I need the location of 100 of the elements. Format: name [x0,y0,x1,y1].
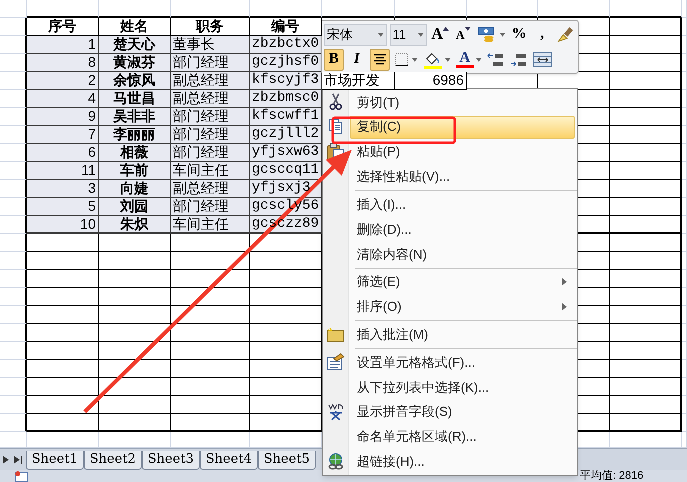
format-button[interactable]: , [532,24,552,46]
column-header: 职务 [171,18,250,36]
scissors-icon [328,93,344,112]
status-text: 平均值: 2816 [580,470,644,482]
table-cell: 副总经理 [171,180,250,198]
table-cell: 部门经理 [171,54,250,72]
table-cell: 车前 [99,162,171,180]
menu-item[interactable]: 选择性粘贴(V)... [350,165,575,188]
macro-icon [15,470,29,482]
menu-item[interactable]: 粘贴(P) [350,140,575,164]
increase-decimal-icon [487,52,505,68]
last-sheet-icon [14,456,23,464]
table-cell: 相薇 [99,144,171,162]
column-header: 编号 [250,18,322,36]
table-cell: kfscyjf3 [250,72,322,90]
table-cell: 11 [27,162,99,180]
font-size-field[interactable]: 11 [390,24,428,46]
align-center-button[interactable] [370,48,390,70]
copy-icon [328,119,344,136]
menu-item[interactable]: 插入批注(M) [350,323,575,346]
note-icon [327,326,345,343]
sheet-tab[interactable]: Sheet2 [84,451,142,470]
sheet-tab[interactable]: Sheet3 [142,451,200,470]
column-header: 序号 [27,18,99,36]
sheet-tab[interactable]: Sheet5 [258,451,316,470]
grow-font-button[interactable]: A [430,24,450,46]
menu-item[interactable]: 清除内容(N) [350,242,575,266]
dropdown-icon [445,58,451,62]
table-cell: 董事长 [171,36,250,54]
table-cell: 部门经理 [171,198,250,216]
dropdown-icon [500,32,506,36]
format-button[interactable]: B [324,48,344,70]
next-sheet-icon [3,456,10,464]
dropdown-icon [418,32,424,36]
table-cell: zbzbctx0 [250,36,322,54]
menu-item[interactable]: 筛选(E) [350,270,575,294]
format-button[interactable]: % [509,24,530,46]
table-cell: yfjsxj3 [250,180,322,198]
globe-link-icon [327,452,345,471]
table-cell: 6986 [395,72,467,90]
menu-item[interactable]: 插入(I)... [350,193,575,216]
sheet-tab[interactable]: Sheet4 [200,451,258,470]
dropdown-icon [412,58,418,62]
table-cell: 余惊风 [99,72,171,90]
font-name-field[interactable]: 宋体 [324,24,387,46]
table-cell: 8 [27,54,99,72]
shrink-font-button[interactable]: A [453,24,474,46]
table-cell: 市场开发 [322,72,395,90]
menu-item[interactable]: 显示拼音字段(S) [350,400,575,424]
merge-cells-icon [533,52,553,68]
brush-icon [556,26,576,44]
table-cell: 5 [27,198,99,216]
table-cell: 车间主任 [171,162,250,180]
menu-item[interactable]: 删除(D)... [350,218,575,241]
grid-cell [0,0,27,18]
menu-item[interactable]: 排序(O) [350,295,575,318]
table-cell: gczjhsf0 [250,54,322,72]
table-cell: 10 [27,216,99,234]
table-cell: gcsccq11 [250,162,322,180]
column-header: 姓名 [99,18,171,36]
table-cell: 部门经理 [171,108,250,126]
decrease-decimal-icon [510,52,528,68]
format-cells-icon [327,353,345,372]
table-cell: 楚天心 [99,36,171,54]
table-cell: 部门经理 [171,144,250,162]
table-cell: 马世昌 [99,90,171,108]
table-cell: 部门经理 [171,126,250,144]
table-cell: 3 [27,180,99,198]
phonetic-guide-icon [327,403,345,422]
up-triangle-icon [443,26,450,30]
borders-icon [394,52,410,68]
table-cell: zbzbmsc0 [250,90,322,108]
table-cell: 黄淑芬 [99,54,171,72]
menu-item[interactable]: 复制(C) [350,116,575,139]
format-button[interactable]: I [347,48,367,70]
align-center-icon [372,52,388,66]
menu-item[interactable]: 命名单元格区域(R)... [350,425,575,448]
font-color-button[interactable]: A [455,48,483,70]
menu-item[interactable]: 超链接(H)... [350,450,575,474]
table-cell: yfjsxw63 [250,144,322,162]
table-cell: 副总经理 [171,72,250,90]
table-cell: 7 [27,126,99,144]
table-cell: 朱炽 [99,216,171,234]
table-cell: 4 [27,90,99,108]
table-cell: 1 [27,36,99,54]
menu-item[interactable]: 剪切(T) [350,90,575,114]
dropdown-icon [476,58,482,62]
table-cell: 吴非非 [99,108,171,126]
menu-item[interactable]: 设置单元格格式(F)... [350,350,575,374]
paint-bucket-icon [423,50,443,68]
down-triangle-icon [464,26,471,30]
table-cell: 6 [27,144,99,162]
table-cell: 9 [27,108,99,126]
table-cell: gczjlll2 [250,126,322,144]
table-cell: 车间主任 [171,216,250,234]
table-cell: kfscwff1 [250,108,322,126]
sheet-tab[interactable]: Sheet1 [26,451,84,470]
table-cell: 刘园 [99,198,171,216]
menu-item[interactable]: 从下拉列表中选择(K)... [350,376,575,399]
table-cell: 2 [27,72,99,90]
